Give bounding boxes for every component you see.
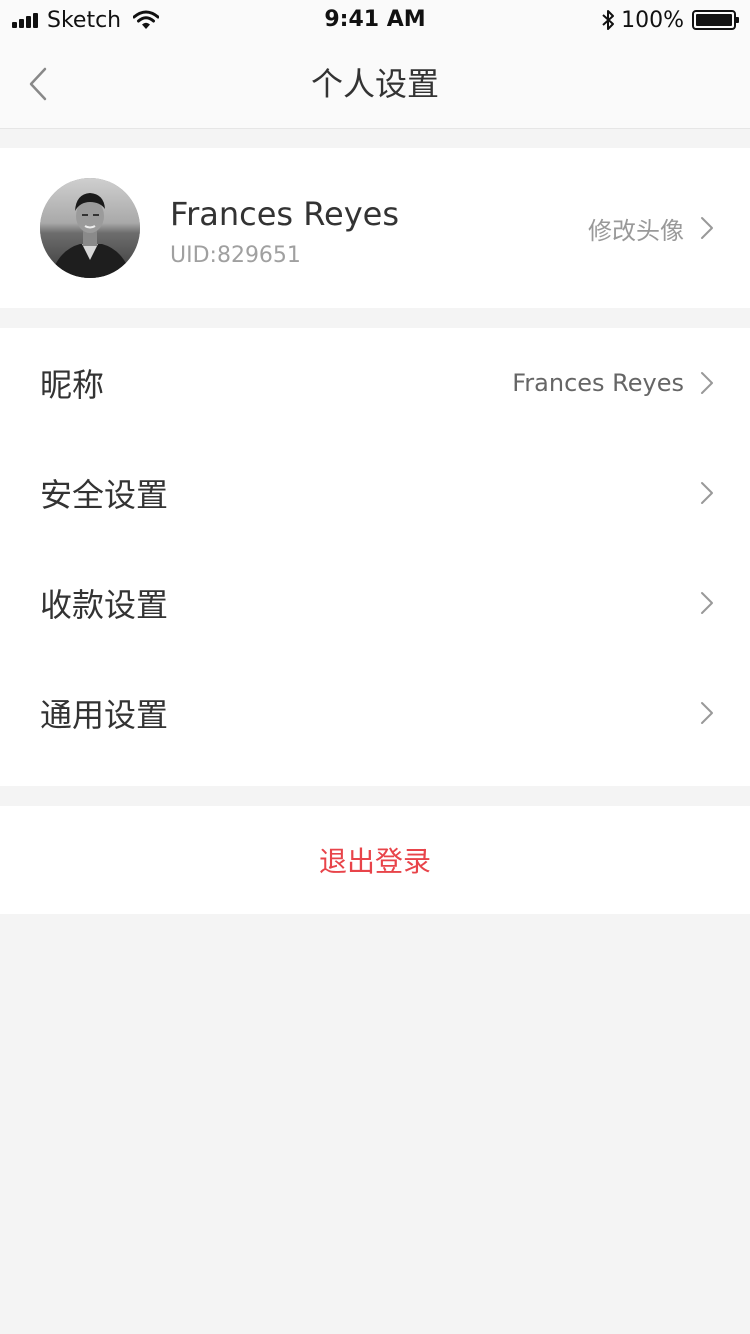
profile-name: Frances Reyes: [170, 195, 400, 233]
battery-percent: 100%: [621, 7, 684, 33]
edit-avatar-label: 修改头像: [588, 216, 684, 245]
settings-row-label: 安全设置: [40, 476, 169, 514]
settings-row-general[interactable]: 通用设置: [0, 658, 750, 768]
settings-row-security[interactable]: 安全设置: [0, 438, 750, 548]
settings-row-label: 收款设置: [40, 586, 169, 624]
status-bar-right: 100%: [601, 6, 739, 34]
chevron-right-icon: [701, 372, 713, 394]
edit-avatar-button[interactable]: 修改头像: [490, 148, 750, 308]
settings-row-payment[interactable]: 收款设置: [0, 548, 750, 658]
profile-card: Frances Reyes UID:829651 修改头像: [0, 148, 750, 308]
page-title: 个人设置: [310, 65, 439, 103]
chevron-right-icon: [701, 702, 713, 724]
settings-row-label: 昵称: [40, 366, 105, 404]
avatar-image: [40, 178, 140, 278]
settings-row-label: 通用设置: [40, 696, 169, 734]
status-bar: Sketch 9:41 AM 100%: [0, 0, 750, 40]
avatar[interactable]: [40, 178, 140, 278]
nickname-value: Frances Reyes: [512, 369, 684, 397]
logout-button[interactable]: 退出登录: [0, 806, 750, 914]
back-button[interactable]: [18, 62, 58, 106]
chevron-right-icon: [701, 592, 713, 614]
chevron-right-icon: [701, 482, 713, 504]
chevron-left-icon: [29, 67, 47, 101]
logout-label: 退出登录: [318, 845, 431, 878]
chevron-right-icon: [701, 217, 713, 239]
navigation-bar: 个人设置: [0, 40, 750, 129]
bluetooth-icon: [602, 10, 615, 30]
settings-list: 昵称 Frances Reyes 安全设置 收款设置 通用设置: [0, 328, 750, 786]
battery-icon: [692, 10, 739, 30]
settings-row-nickname[interactable]: 昵称 Frances Reyes: [0, 328, 750, 438]
profile-uid: UID:829651: [170, 243, 301, 268]
